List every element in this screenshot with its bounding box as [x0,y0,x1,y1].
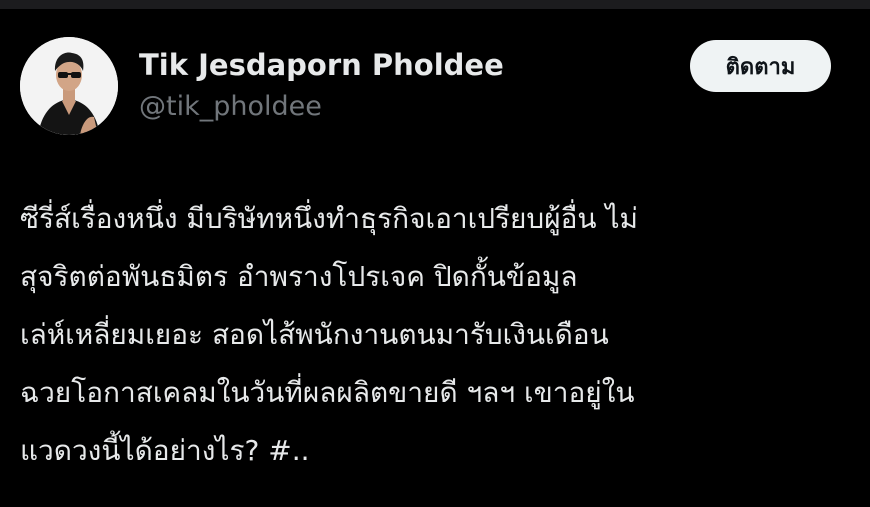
tweet-line: แวดวงนี้ได้อย่างไร? #.. [20,434,310,467]
avatar[interactable] [20,37,118,135]
user-handle[interactable]: @tik_pholdee [139,90,322,124]
display-name[interactable]: Tik Jesdaporn Pholdee [139,47,504,83]
follow-button[interactable]: ติดตาม [690,40,831,92]
profile-photo-icon [20,37,118,135]
tweet-line: เล่ห์เหลี่ยมเยอะ สอดไส้พนักงานตนมารับเงิ… [20,318,609,351]
tweet-line: ฉวยโอกาสเคลมในวันที่ผลผลิตขายดี ฯลฯ เขาอ… [20,376,635,409]
tweet-line: ซีรี่ส์เรื่องหนึ่ง มีบริษัทหนึ่งทำธุรกิจ… [20,202,638,235]
tweet-text: ซีรี่ส์เรื่องหนึ่ง มีบริษัทหนึ่งทำธุรกิจ… [20,190,855,480]
tweet-line: สุจริตต่อพันธมิตร อำพรางโปรเจค ปิดกั้นข้… [20,260,578,293]
top-edge-bar [0,0,870,9]
